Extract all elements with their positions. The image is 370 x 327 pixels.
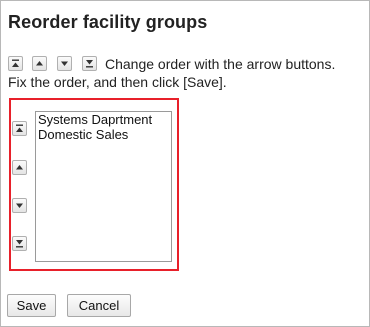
facility-group-listbox[interactable]: Systems Daprtment Domestic Sales — [35, 111, 172, 262]
move-up-icon — [16, 165, 23, 170]
cancel-button[interactable]: Cancel — [67, 294, 131, 317]
move-to-top-icon — [16, 124, 23, 132]
instruction-line-2: Fix the order, and then click [Save]. — [8, 74, 227, 90]
move-to-bottom-icon — [82, 56, 97, 71]
reorder-dialog: Reorder facility groups Change order wit… — [0, 0, 370, 327]
move-down-button[interactable] — [12, 198, 27, 213]
move-to-bottom-icon — [16, 240, 23, 248]
save-button[interactable]: Save — [7, 294, 56, 317]
list-item[interactable]: Systems Daprtment — [38, 112, 169, 127]
move-up-button[interactable] — [12, 160, 27, 175]
move-to-bottom-button[interactable] — [12, 236, 27, 251]
move-to-top-button[interactable] — [12, 121, 27, 136]
move-to-top-icon — [8, 56, 23, 71]
move-down-icon — [57, 56, 72, 71]
page-title: Reorder facility groups — [8, 12, 208, 32]
instruction-line-1: Change order with the arrow buttons. — [105, 56, 336, 72]
list-item[interactable]: Domestic Sales — [38, 127, 169, 142]
move-down-icon — [16, 203, 23, 208]
move-up-icon — [32, 56, 47, 71]
